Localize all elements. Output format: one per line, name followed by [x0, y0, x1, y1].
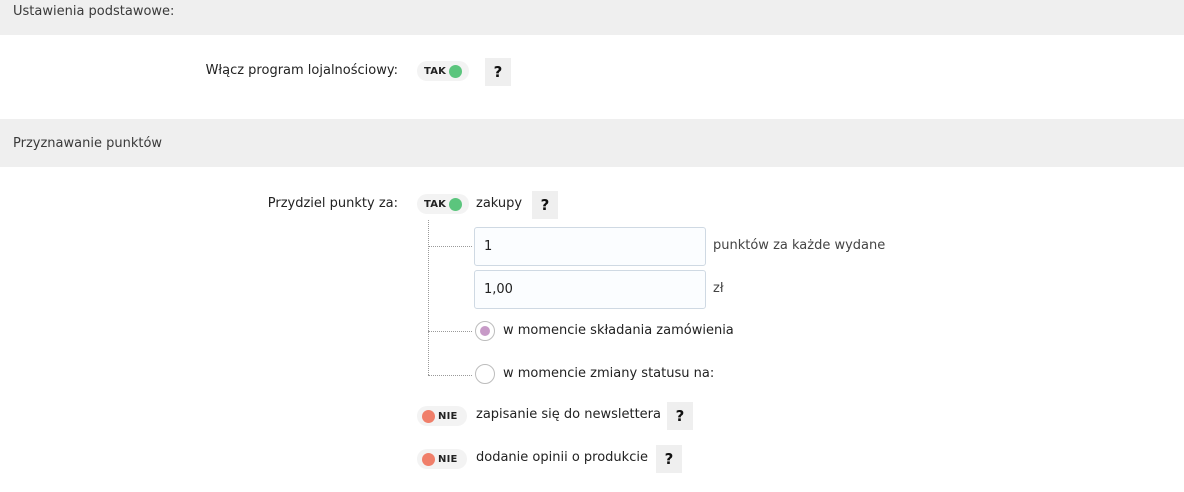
tree-branch [428, 246, 472, 247]
newsletter-toggle[interactable]: NIE [417, 406, 467, 426]
toggle-text: NIE [438, 410, 458, 422]
section-header-basic: Ustawienia podstawowe: [0, 0, 1184, 35]
section-header-points: Przyznawanie punktów [0, 119, 1184, 167]
radio-on-order-label: w momencie składania zamówienia [503, 323, 734, 338]
tree-branch [428, 331, 472, 332]
points-input[interactable] [474, 227, 706, 266]
loyalty-help-button[interactable]: ? [485, 58, 511, 86]
loyalty-toggle[interactable]: TAK [417, 61, 469, 81]
loyalty-label: Włącz program lojalnościowy: [205, 63, 398, 78]
purchases-help-button[interactable]: ? [532, 191, 558, 219]
tree-connector [428, 220, 429, 375]
review-toggle[interactable]: NIE [417, 449, 467, 469]
purchases-toggle[interactable]: TAK [417, 194, 469, 214]
newsletter-help-button[interactable]: ? [667, 402, 693, 430]
radio-selected-dot [480, 326, 490, 336]
tree-branch [428, 375, 472, 376]
amount-input[interactable] [474, 270, 706, 309]
radio-on-order[interactable] [475, 321, 495, 341]
points-suffix: punktów za każde wydane [713, 238, 886, 253]
toggle-off-dot [422, 452, 435, 466]
radio-on-status-change-label: w momencie zmiany statusu na: [503, 366, 715, 381]
amount-suffix: zł [713, 281, 724, 296]
toggle-text: NIE [438, 453, 458, 465]
section-title: Ustawienia podstawowe: [13, 4, 175, 19]
review-label: dodanie opinii o produkcie [476, 450, 648, 465]
toggle-on-dot [449, 197, 463, 211]
toggle-off-dot [422, 409, 435, 423]
toggle-on-dot [449, 64, 463, 78]
radio-on-status-change[interactable] [475, 364, 495, 384]
newsletter-label: zapisanie się do newslettera [476, 407, 661, 422]
review-help-button[interactable]: ? [656, 445, 682, 473]
award-label: Przydziel punkty za: [267, 196, 398, 211]
toggle-text: TAK [424, 65, 447, 77]
section-title: Przyznawanie punktów [13, 136, 163, 151]
purchases-label: zakupy [476, 196, 523, 211]
toggle-text: TAK [424, 198, 447, 210]
